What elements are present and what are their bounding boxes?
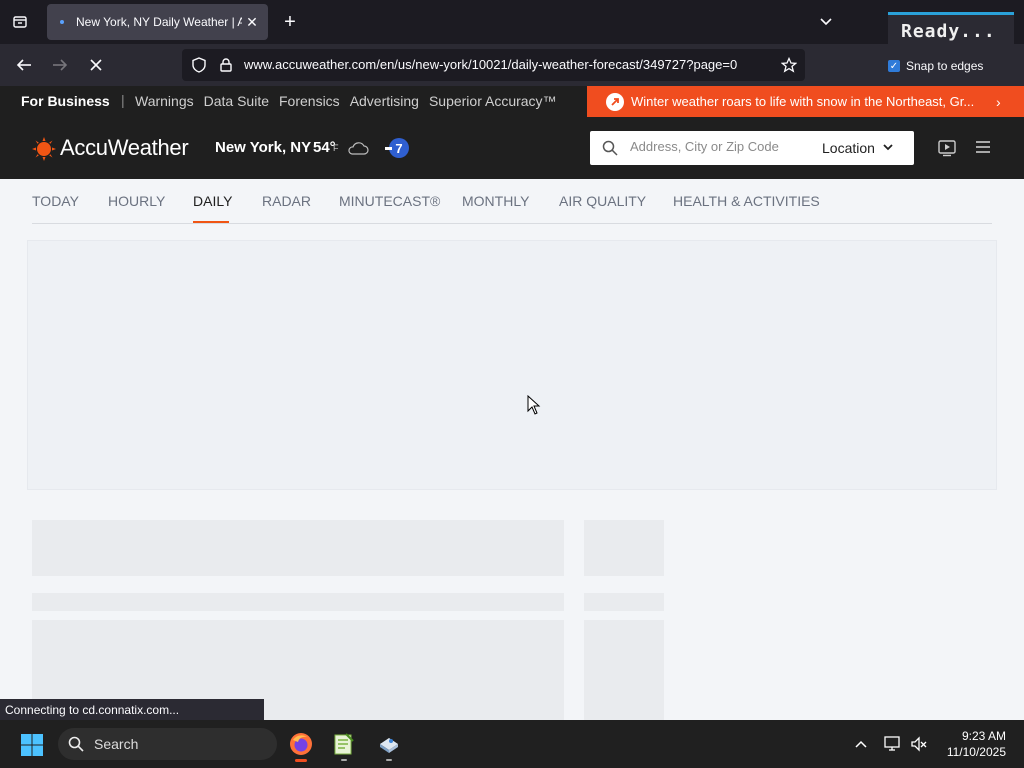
taskbar-app[interactable] [371,726,407,762]
loading-skeleton-card [32,520,564,576]
clock-date: 11/10/2025 [946,745,1006,759]
firefox-icon [290,733,312,755]
hamburger-menu-icon[interactable] [975,140,991,154]
cloud-icon [348,142,369,155]
business-link-superior-accuracy[interactable]: Superior Accuracy™ [429,93,557,109]
network-icon[interactable] [883,734,903,754]
taskbar-search-label: Search [94,736,139,752]
browser-tab-active[interactable]: New York, NY Daily Weather | AccuWeather… [47,4,268,40]
business-separator: | [121,92,125,108]
taskbar-notepad-plus[interactable] [326,726,362,762]
search-icon [602,140,618,156]
windows-taskbar: Search 9:23 AM 11/10/2025 [0,720,1024,768]
shield-icon[interactable] [190,56,208,74]
checkbox-checked-icon: ✓ [888,60,900,72]
abc7-logo-icon[interactable]: 7 [384,136,410,160]
chevron-down-icon[interactable] [882,140,894,154]
clock-time: 9:23 AM [961,729,1006,743]
app-icon [380,738,398,753]
ad-placeholder [27,240,997,490]
bookmark-star-icon[interactable] [780,56,798,74]
loading-skeleton-line [584,593,664,611]
loading-skeleton-line [32,593,564,611]
volume-muted-icon[interactable] [909,734,929,754]
taskbar-firefox[interactable] [283,726,319,762]
taskbar-search[interactable]: Search [58,728,277,760]
subnav-health-activities[interactable]: HEALTH & ACTIVITIES [673,193,820,209]
chevron-down-icon[interactable] [814,10,838,34]
mouse-cursor-icon [527,395,541,415]
subnav-today[interactable]: TODAY [32,193,79,209]
subnav-minutecast[interactable]: MINUTECAST® [339,193,440,209]
running-app-indicator [386,759,392,761]
ready-overlay: Ready... [888,12,1014,52]
business-links: Warnings Data Suite Forensics Advertisin… [135,93,567,109]
subnav-divider [32,223,992,224]
new-tab-icon[interactable]: + [278,10,302,34]
snap-to-edges-toggle[interactable]: ✓ Snap to edges [888,56,983,76]
loading-skeleton-card [584,620,664,720]
back-icon[interactable] [10,52,38,78]
svg-text:7: 7 [395,141,402,156]
business-link-data-suite[interactable]: Data Suite [204,93,269,109]
business-title[interactable]: For Business [21,93,110,109]
weather-alert-banner[interactable]: Winter weather roars to life with snow i… [587,86,1024,117]
temperature-unit: F [333,143,339,153]
system-clock[interactable]: 9:23 AM 11/10/2025 [938,728,1006,760]
location-button[interactable]: Location [822,140,875,156]
site-logo[interactable]: AccuWeather [60,135,189,161]
browser-tab-bar: New York, NY Daily Weather | AccuWeather… [0,0,1024,44]
snap-label: Snap to edges [906,59,984,73]
location-search-input[interactable] [630,139,800,154]
business-link-forensics[interactable]: Forensics [279,93,340,109]
url-text: www.accuweather.com/en/us/new-york/10021… [244,57,738,72]
current-location[interactable]: New York, NY [215,139,311,156]
business-link-advertising[interactable]: Advertising [350,93,419,109]
site-header: AccuWeather New York, NY 54° F 7 Locatio… [0,117,1024,179]
chevron-right-icon: › [996,93,1001,110]
notepad-plus-icon [334,733,354,755]
alert-text: Winter weather roars to life with snow i… [631,94,975,109]
search-icon [68,736,84,752]
running-app-indicator [341,759,347,761]
subnav-monthly[interactable]: MONTHLY [462,193,529,209]
location-search-box: Location [590,131,914,165]
loading-skeleton-card [584,520,664,576]
subnav-air-quality[interactable]: AIR QUALITY [559,193,646,209]
browser-status-text: Connecting to cd.connatix.com... [0,699,264,721]
tab-title: New York, NY Daily Weather | AccuWeather [76,15,242,29]
url-bar[interactable]: www.accuweather.com/en/us/new-york/10021… [182,49,805,81]
subnav-radar[interactable]: RADAR [262,193,311,209]
stop-loading-icon[interactable] [82,52,110,78]
subnav-hourly[interactable]: HOURLY [108,193,165,209]
forward-icon[interactable] [46,52,74,78]
lock-icon[interactable] [217,56,235,74]
loading-spinner-icon [55,15,69,29]
tab-list-icon[interactable] [8,10,32,34]
accuweather-sun-icon [32,137,56,161]
video-icon[interactable] [938,139,956,157]
tab-close-icon[interactable]: ✕ [244,14,260,31]
subnav-daily[interactable]: DAILY [193,193,232,209]
windows-start-icon[interactable] [20,733,44,757]
chevron-up-icon[interactable] [851,734,871,754]
business-link-warnings[interactable]: Warnings [135,93,194,109]
browser-navigation-bar: www.accuweather.com/en/us/new-york/10021… [0,44,1024,86]
active-app-indicator [295,759,307,762]
forecast-subnav: TODAY HOURLY DAILY RADAR MINUTECAST® MON… [0,179,1024,224]
alert-arrow-icon [606,92,624,111]
